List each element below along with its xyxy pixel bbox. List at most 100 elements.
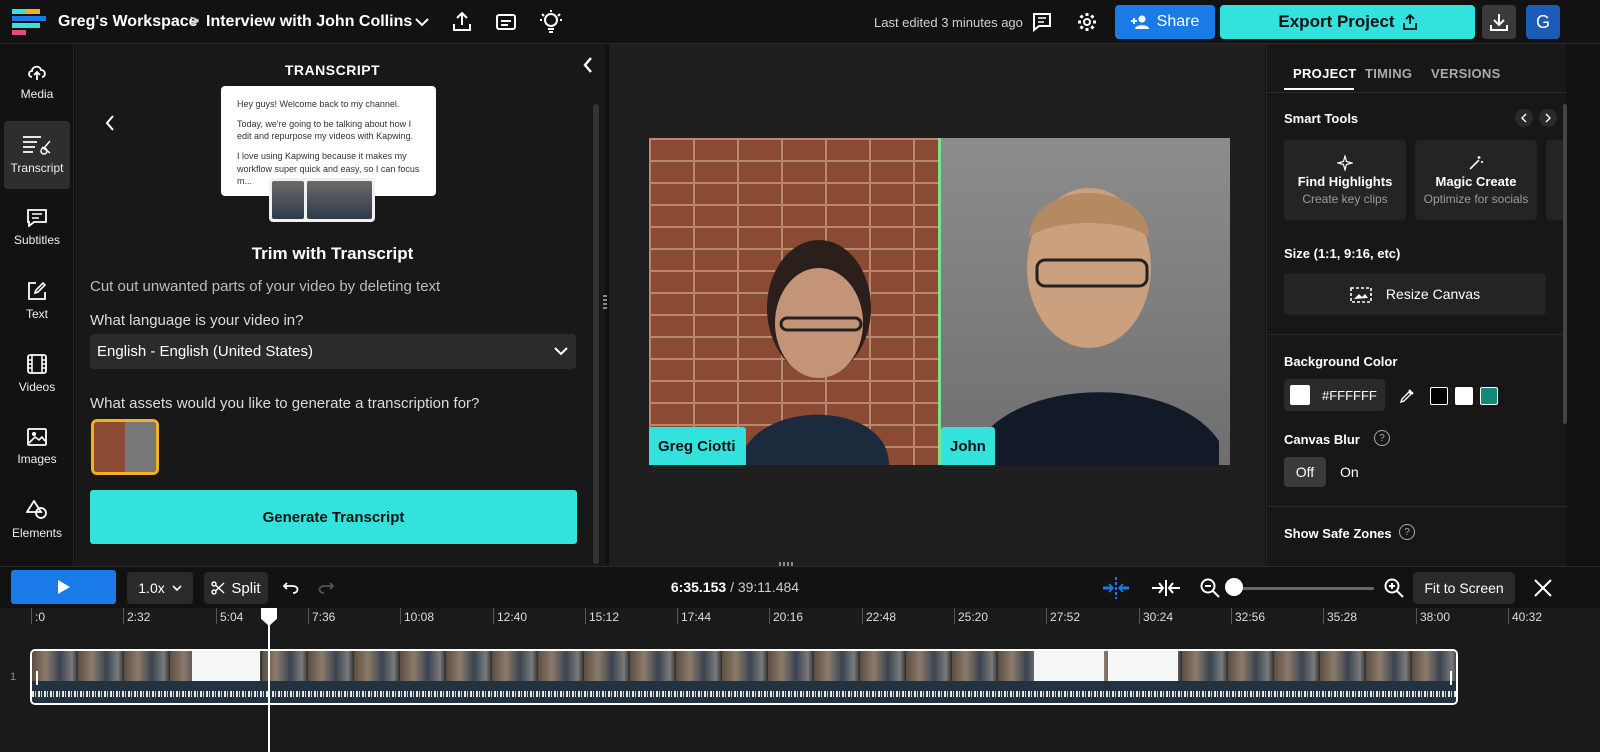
lightbulb-icon[interactable] [539, 8, 563, 36]
workspace-breadcrumb[interactable]: Greg's Workspace [58, 13, 198, 31]
back-arrow-icon[interactable] [100, 112, 120, 134]
asset-thumb-left [94, 422, 125, 472]
tab-timing[interactable]: TIMING [1365, 66, 1412, 81]
scissors-icon [211, 581, 225, 595]
zoom-slider-track[interactable] [1226, 587, 1374, 590]
swatch-teal[interactable] [1480, 387, 1498, 405]
playhead-line[interactable] [268, 608, 270, 752]
magic-create-card[interactable]: Magic Create Optimize for socials [1415, 140, 1537, 220]
sidebar-item-text[interactable]: Text [4, 267, 70, 335]
sidebar-item-images[interactable]: Images [4, 413, 70, 481]
ruler-label: 30:24 [1143, 610, 1174, 624]
comment-icon[interactable] [1030, 10, 1054, 34]
tool-subtitle: Create key clips [1302, 191, 1388, 206]
share-button[interactable]: Share [1115, 5, 1215, 39]
tab-versions[interactable]: VERSIONS [1431, 66, 1501, 81]
sidebar-item-elements[interactable]: Elements [4, 486, 70, 554]
timeline[interactable]: :0 2:32 5:04 7:36 10:08 12:40 15:12 17:44 20:16 2… [0, 608, 1600, 752]
sidebar-item-media[interactable]: Media [4, 48, 70, 116]
playback-speed-select[interactable]: 1.0x [127, 572, 193, 604]
share-label: Share [1156, 13, 1200, 30]
sidebar-item-label: Text [25, 307, 48, 321]
ruler-tick [1508, 608, 1509, 624]
clip-trim-handle-left[interactable] [36, 671, 38, 685]
video-clip-track[interactable] [30, 649, 1458, 705]
sidebar-item-subtitles[interactable]: Subtitles [4, 194, 70, 262]
ruler-label: 22:48 [866, 610, 897, 624]
left-person-silhouette [739, 218, 889, 465]
asset-thumbnail-selected[interactable] [91, 419, 159, 475]
swatch-black[interactable] [1430, 387, 1448, 405]
asset-thumb-right [125, 422, 156, 472]
ruler-tick [769, 608, 770, 624]
clip-frame-slide [192, 651, 260, 681]
undo-icon[interactable] [281, 578, 301, 598]
subtitles-icon [27, 209, 47, 227]
split-label: Split [231, 579, 261, 597]
sidebar-item-videos[interactable]: Videos [4, 340, 70, 408]
zoom-out-icon[interactable] [1198, 576, 1222, 600]
blur-on-toggle[interactable]: On [1340, 457, 1370, 487]
sidebar-item-label: Elements [11, 526, 63, 540]
ruler-label: 17:44 [681, 610, 712, 624]
chevron-down-icon[interactable] [412, 10, 432, 34]
export-project-button[interactable]: Export Project [1220, 5, 1475, 39]
download-button[interactable] [1482, 5, 1516, 39]
fit-arrows-icon[interactable] [1150, 575, 1182, 601]
smart-tools-label: Smart Tools [1284, 111, 1359, 126]
download-icon [1490, 13, 1508, 31]
ruler-label: 15:12 [589, 610, 620, 624]
sidebar-item-label: Subtitles [13, 233, 61, 247]
sidebar-item-transcript[interactable]: Transcript [4, 121, 70, 189]
collapse-panel-icon[interactable] [578, 54, 598, 76]
panel-scrollbar[interactable] [1563, 104, 1567, 424]
panel-resize-handle[interactable] [603, 295, 607, 309]
split-divider [938, 138, 941, 465]
video-preview[interactable]: Greg Ciotti John [649, 138, 1230, 465]
clip-trim-handle-right[interactable] [1450, 671, 1452, 685]
top-bar: Greg's Workspace > Interview with John C… [0, 0, 1600, 44]
timeline-toolbar: 1.0x Split 6:35.153 / 39:11.484 Fit to S… [0, 566, 1600, 608]
kapwing-logo-icon[interactable] [12, 9, 48, 35]
shapes-icon [26, 500, 48, 520]
playhead-handle[interactable] [261, 608, 277, 626]
resize-canvas-button[interactable]: Resize Canvas [1284, 273, 1546, 315]
film-icon [27, 354, 47, 374]
language-select[interactable]: English - English (United States) [90, 334, 576, 369]
blur-off-toggle[interactable]: Off [1284, 457, 1326, 487]
current-time: 6:35.153 [670, 579, 727, 595]
preview-line: Hey guys! Welcome back to my channel. [237, 99, 400, 109]
captions-icon[interactable] [494, 9, 518, 35]
help-icon[interactable]: ? [1399, 524, 1415, 540]
chevron-right-icon[interactable] [1539, 109, 1557, 127]
swatch-white[interactable] [1455, 387, 1473, 405]
left-sidebar: Media Transcript Subtitles Text Videos I… [0, 44, 74, 566]
tab-project[interactable]: PROJECT [1293, 66, 1357, 81]
close-timeline-icon[interactable] [1531, 576, 1555, 600]
panel-scrollbar[interactable] [593, 104, 599, 564]
user-avatar[interactable]: G [1526, 5, 1560, 39]
ruler-label: 40:32 [1512, 610, 1543, 624]
transcript-panel: TRANSCRIPT Hey guys! Welcome back to my … [75, 44, 605, 566]
help-icon[interactable]: ? [1374, 430, 1390, 446]
zoom-in-icon[interactable] [1382, 576, 1406, 600]
split-button[interactable]: Split [204, 572, 268, 604]
chevron-left-icon[interactable] [1515, 109, 1533, 127]
eyedropper-icon[interactable] [1397, 386, 1417, 406]
upload-icon[interactable] [450, 9, 474, 35]
export-label: Export Project [1278, 12, 1395, 31]
background-color-input[interactable]: #FFFFFF [1284, 379, 1385, 411]
ruler-label: 12:40 [497, 610, 528, 624]
ruler-tick [216, 608, 217, 624]
project-title[interactable]: Interview with John Collins [206, 13, 412, 31]
settings-gear-icon[interactable] [1075, 10, 1099, 34]
redo-icon[interactable] [316, 578, 336, 598]
fit-to-screen-button[interactable]: Fit to Screen [1413, 572, 1515, 604]
last-edited-status: Last edited 3 minutes ago [874, 15, 1023, 30]
magnet-snap-icon[interactable] [1102, 575, 1130, 601]
ruler-label: :0 [35, 610, 46, 624]
play-button[interactable] [11, 570, 116, 604]
zoom-slider-handle[interactable] [1225, 578, 1243, 596]
find-highlights-card[interactable]: Find Highlights Create key clips [1284, 140, 1406, 220]
generate-transcript-button[interactable]: Generate Transcript [90, 490, 577, 544]
